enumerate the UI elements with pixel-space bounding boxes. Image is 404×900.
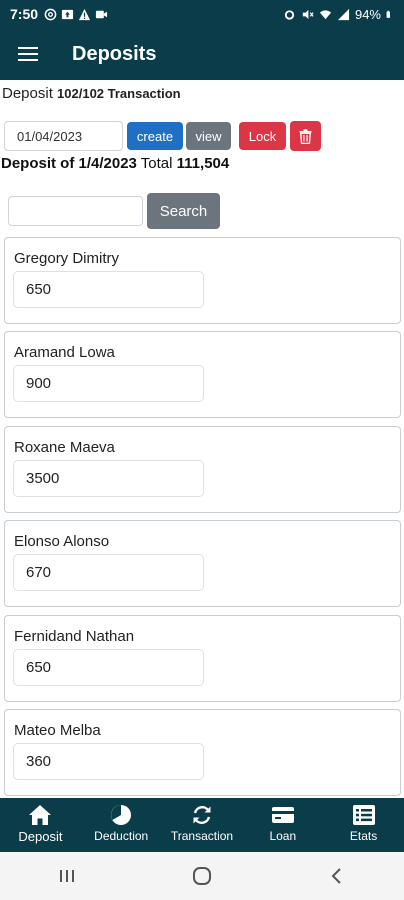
- nav-label: Deposit: [18, 829, 63, 844]
- list-icon: [352, 804, 376, 826]
- depositor-name: Elonso Alonso: [14, 533, 110, 550]
- trash-icon: [299, 128, 312, 144]
- nav-item-deposit[interactable]: Deposit: [0, 798, 81, 852]
- deposit-card[interactable]: Fernidand Nathan 650: [4, 615, 401, 702]
- total-date-label: Deposit of 1/4/2023: [1, 155, 137, 172]
- deposit-amount-field[interactable]: 650: [13, 271, 204, 308]
- create-button[interactable]: create: [127, 122, 183, 150]
- nav-label: Transaction: [170, 829, 234, 843]
- signal-icon: [337, 8, 350, 20]
- depositor-name: Aramand Lowa: [14, 344, 115, 361]
- transaction-count: 102/102 Transaction: [57, 86, 181, 101]
- warning-icon: [78, 8, 91, 20]
- deposit-card[interactable]: Mateo Melba 360: [4, 709, 401, 796]
- nav-label: Deduction: [94, 829, 149, 843]
- app-bar: Deposits: [0, 28, 404, 80]
- nav-item-etats[interactable]: Etats: [323, 798, 404, 852]
- status-bar: 7:50 94%: [0, 0, 404, 28]
- nav-item-transaction[interactable]: Transaction: [162, 798, 243, 852]
- mute-icon: [302, 9, 314, 19]
- deposit-summary-prefix: Deposit: [2, 85, 53, 102]
- alarm-icon: [284, 9, 295, 20]
- deposit-amount-field[interactable]: 650: [13, 649, 204, 686]
- depositor-name: Gregory Dimitry: [14, 250, 120, 267]
- wifi-icon: [319, 9, 332, 19]
- menu-button[interactable]: [0, 28, 56, 80]
- view-button[interactable]: view: [186, 122, 231, 150]
- deposit-card[interactable]: Elonso Alonso 670: [4, 520, 401, 607]
- recent-apps-button[interactable]: [47, 856, 87, 896]
- cloud-upload-icon: [61, 9, 74, 19]
- pie-chart-icon: [109, 804, 133, 826]
- deposit-amount-field[interactable]: 900: [13, 365, 204, 402]
- battery-icon: [386, 10, 390, 18]
- at-sign-icon: [44, 8, 57, 20]
- status-time: 7:50: [10, 6, 39, 22]
- deposit-card[interactable]: Gregory Dimitry 650: [4, 237, 401, 324]
- depositor-name: Fernidand Nathan: [14, 628, 135, 645]
- deposit-amount-field[interactable]: 360: [13, 743, 204, 780]
- home-icon: [28, 804, 52, 826]
- home-button[interactable]: [182, 856, 222, 896]
- total-line: Deposit of 1/4/2023 Total 111,504: [1, 155, 229, 172]
- page-title: Deposits: [72, 42, 157, 65]
- nav-item-loan[interactable]: Loan: [242, 798, 323, 852]
- search-bar: Search: [8, 193, 220, 229]
- deposit-amount-field[interactable]: 670: [13, 554, 204, 591]
- nav-label: Etats: [349, 829, 378, 843]
- lock-button[interactable]: Lock: [239, 122, 286, 150]
- back-chevron-icon: [331, 868, 341, 884]
- date-input[interactable]: [4, 121, 123, 151]
- deposit-amount-field[interactable]: 3500: [13, 460, 204, 497]
- date-toolbar: create view Lock: [4, 121, 321, 151]
- home-circle-icon: [192, 867, 211, 885]
- depositor-name: Roxane Maeva: [14, 439, 115, 456]
- nav-item-deduction[interactable]: Deduction: [81, 798, 162, 852]
- credit-card-icon: [271, 804, 295, 826]
- deposit-card[interactable]: Roxane Maeva 3500: [4, 426, 401, 513]
- back-button[interactable]: [317, 856, 357, 896]
- deposit-card[interactable]: Aramand Lowa 900: [4, 331, 401, 418]
- nav-label: Loan: [269, 829, 297, 843]
- system-navigation: [0, 852, 404, 900]
- recent-apps-icon: [60, 870, 75, 882]
- total-label: Total: [140, 155, 173, 172]
- bottom-navigation: Deposit Deduction Transaction Loan Etats: [0, 798, 404, 852]
- delete-button[interactable]: [290, 121, 321, 151]
- depositor-name: Mateo Melba: [14, 722, 101, 739]
- total-value: 111,504: [176, 155, 230, 172]
- main-content: Deposit 102/102 Transaction create view …: [0, 80, 404, 798]
- search-button[interactable]: Search: [147, 193, 220, 229]
- sync-icon: [190, 804, 214, 826]
- deposit-summary: Deposit 102/102 Transaction: [2, 85, 181, 102]
- menu-icon: [18, 47, 38, 61]
- video-icon: [95, 10, 108, 18]
- search-input[interactable]: [8, 196, 143, 226]
- battery-percent: 94%: [354, 6, 381, 22]
